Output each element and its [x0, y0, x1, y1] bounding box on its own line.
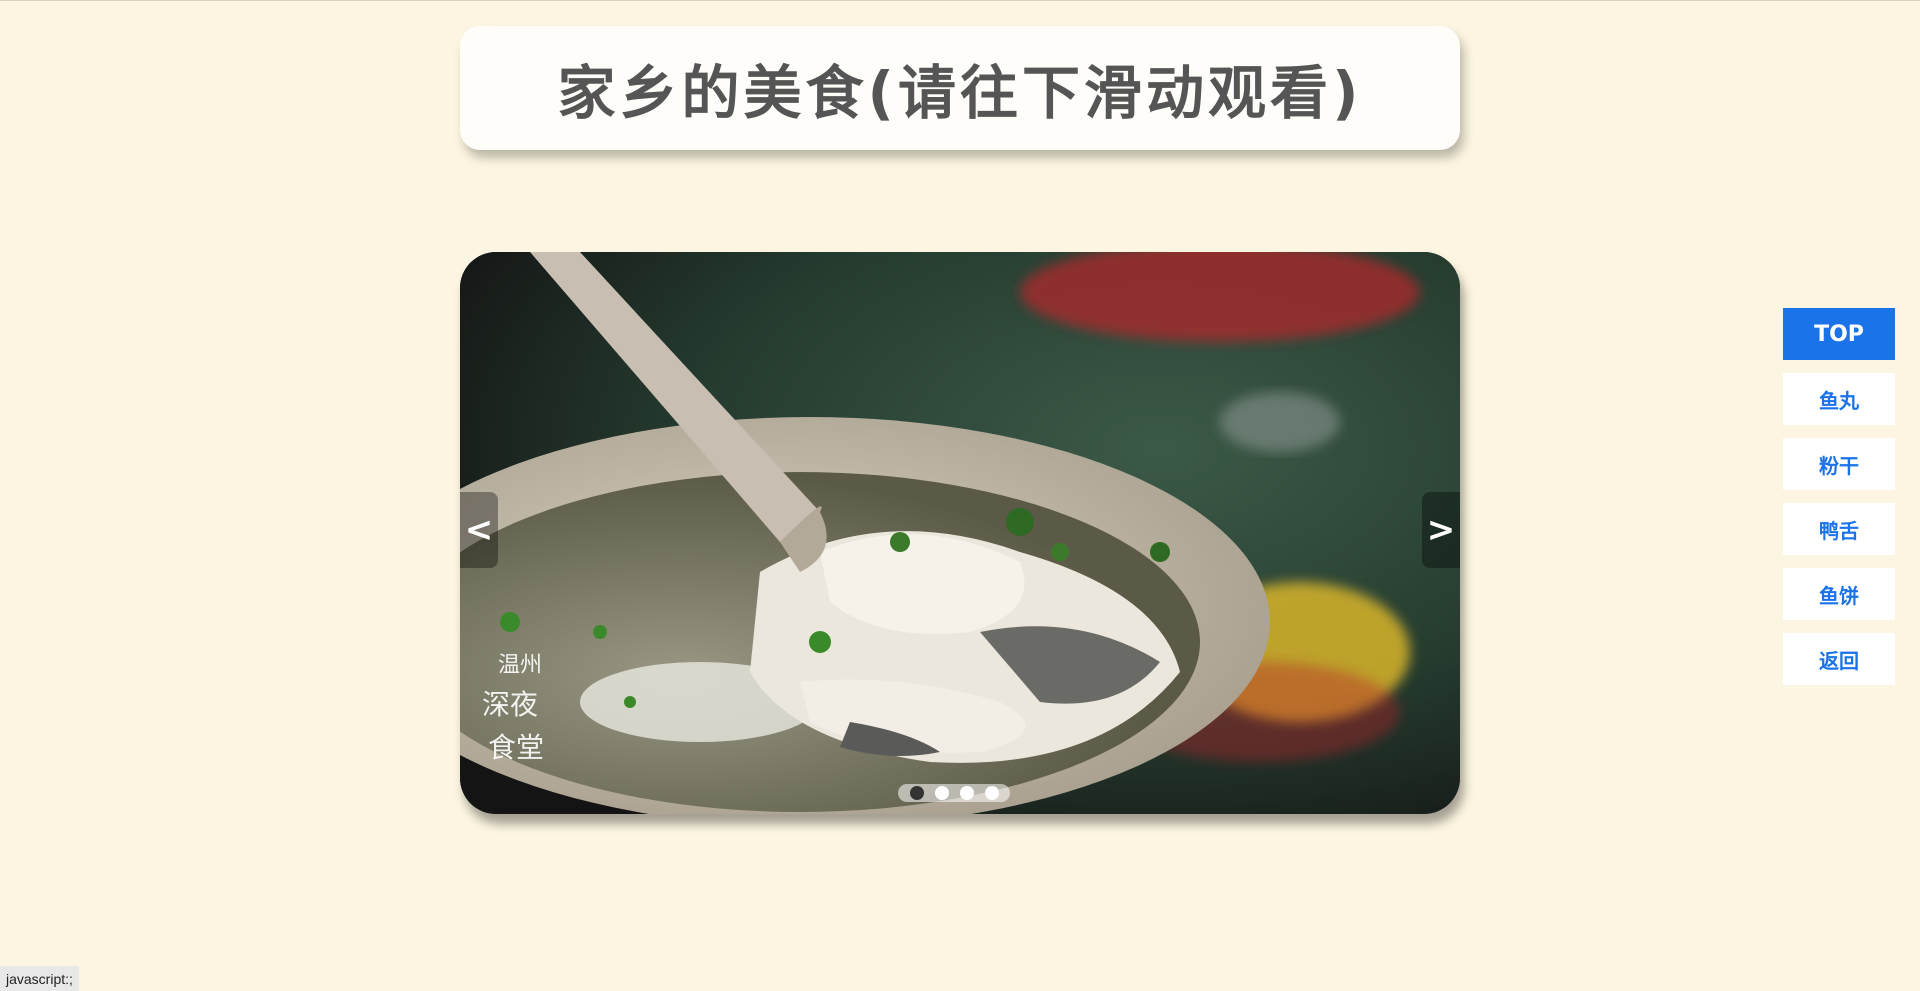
carousel-dot-3[interactable]	[959, 786, 974, 800]
carousel-dot-4[interactable]	[984, 786, 999, 800]
svg-text:温州: 温州	[498, 653, 542, 678]
carousel-prev-button[interactable]: <	[460, 492, 498, 568]
title-card: 家乡的美食(请往下滑动观看)	[460, 26, 1460, 150]
nav-fishball-button[interactable]: 鱼丸	[1783, 373, 1895, 425]
carousel-next-button[interactable]: >	[1422, 492, 1460, 568]
nav-back-button[interactable]: 返回	[1783, 633, 1895, 685]
nav-fishcake-button[interactable]: 鱼饼	[1783, 568, 1895, 620]
food-photo: 温州 深夜 食堂	[460, 252, 1460, 814]
image-carousel: 温州 深夜 食堂 < >	[460, 252, 1460, 814]
nav-top-button[interactable]: TOP	[1783, 308, 1895, 360]
svg-text:食堂: 食堂	[488, 731, 544, 764]
top-divider	[0, 0, 1920, 1]
carousel-indicator	[898, 784, 1010, 802]
page-title: 家乡的美食(请往下滑动观看)	[557, 59, 1363, 127]
side-nav: TOP 鱼丸 粉干 鸭舌 鱼饼 返回	[1783, 308, 1895, 698]
carousel-dot-1[interactable]	[909, 786, 924, 800]
carousel-dot-2[interactable]	[934, 786, 949, 800]
nav-ricenoodle-button[interactable]: 粉干	[1783, 438, 1895, 490]
svg-text:深夜: 深夜	[482, 688, 538, 721]
nav-ducktongue-button[interactable]: 鸭舌	[1783, 503, 1895, 555]
status-bar-url: javascript:;	[0, 966, 79, 991]
